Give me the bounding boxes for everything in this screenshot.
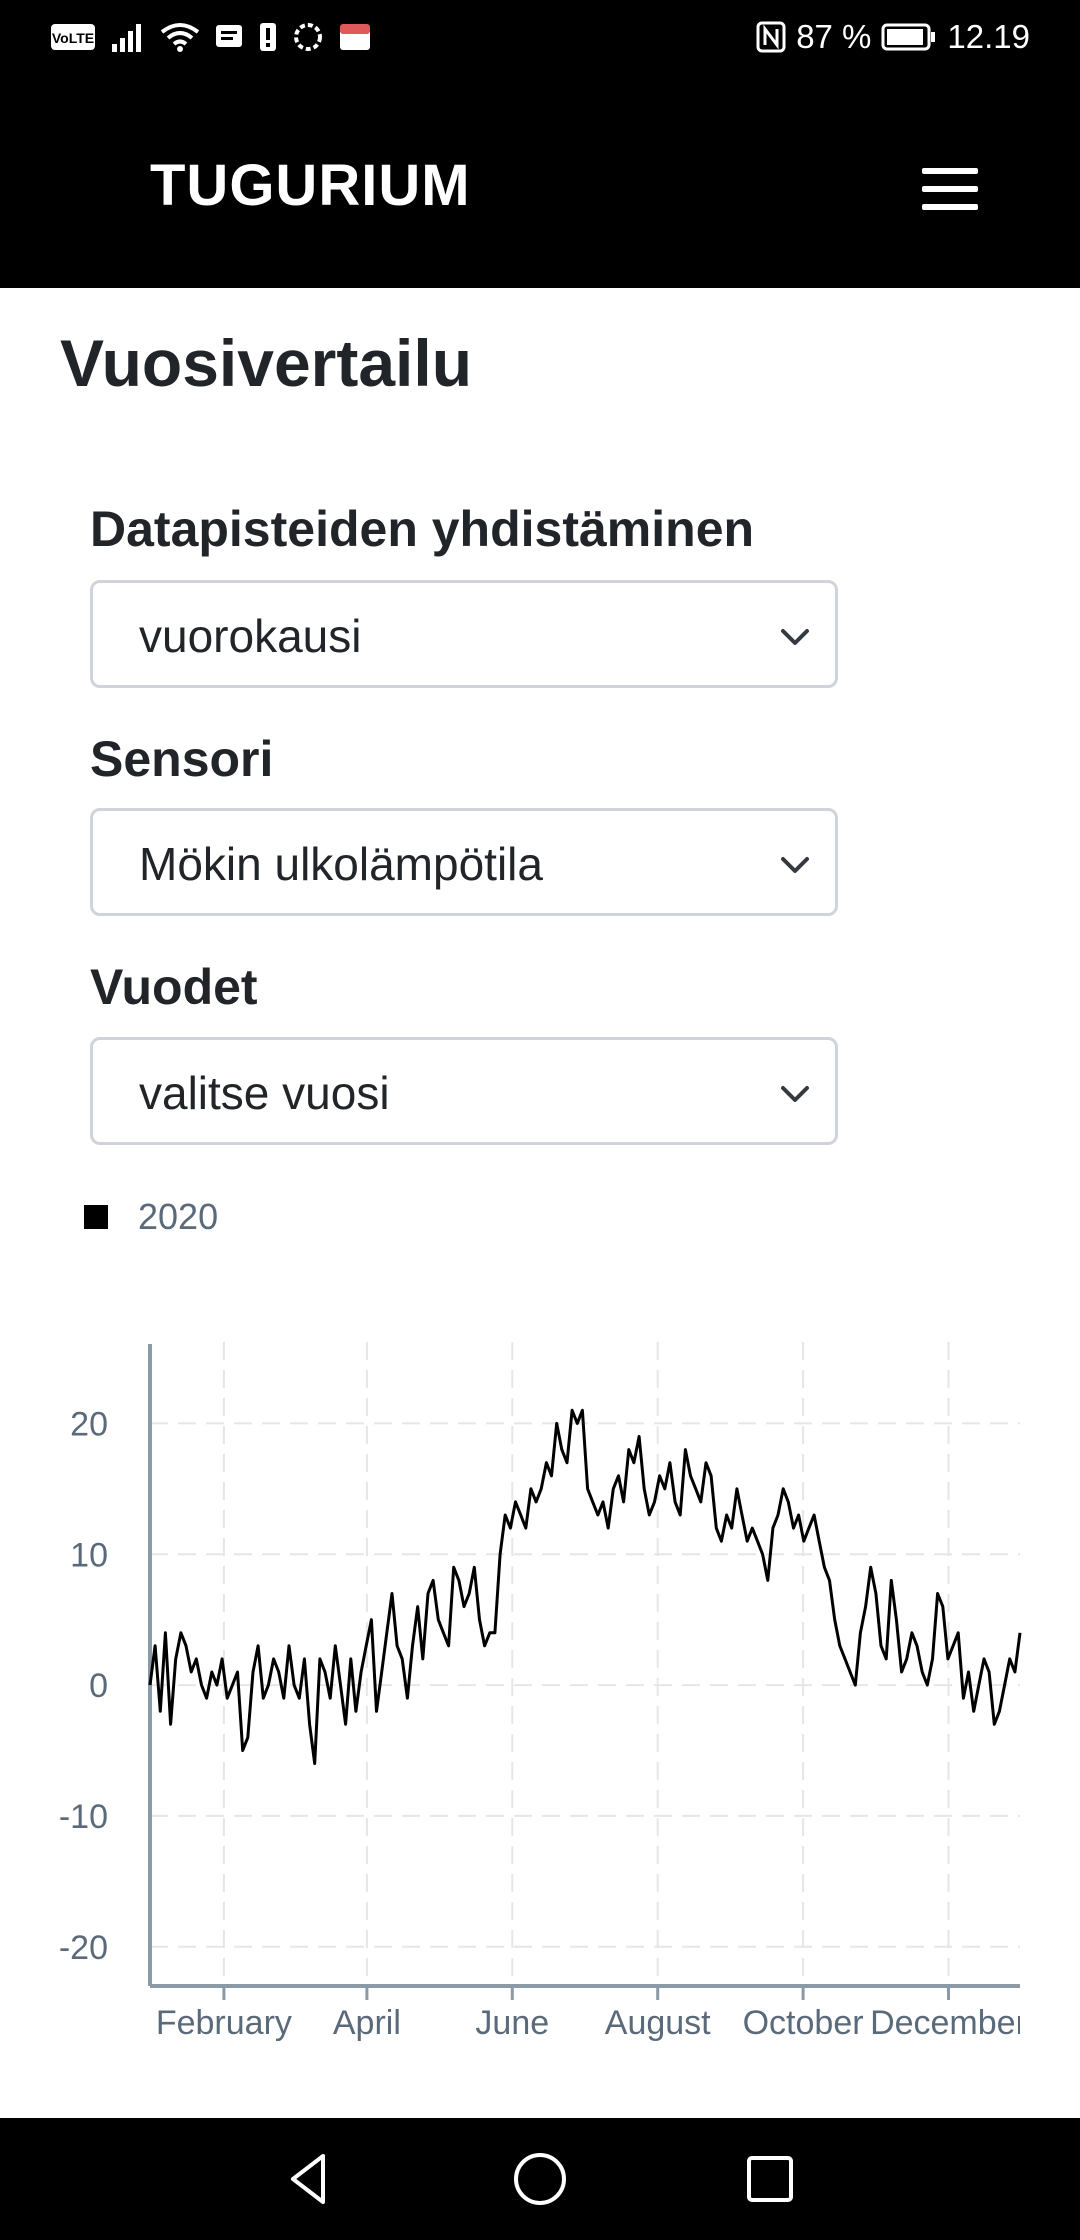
aggregation-value: vuorokausi xyxy=(139,610,362,662)
clock: 12.19 xyxy=(947,18,1030,55)
alert-icon xyxy=(260,23,276,51)
temperature-chart: 20 10 0 -10 -20 February April June August Octobe… xyxy=(59,1342,1027,2042)
legend-label[interactable]: 2020 xyxy=(138,1196,218,1238)
message-icon xyxy=(216,25,242,47)
chevron-down-icon xyxy=(781,857,809,873)
aggregation-label: Datapisteiden yhdistäminen xyxy=(90,501,755,557)
battery-percent: 87 % xyxy=(796,18,872,55)
years-value: valitse vuosi xyxy=(139,1067,390,1119)
hamburger-icon[interactable] xyxy=(910,168,990,228)
status-icons-right: 87 % 12.19 xyxy=(756,18,1030,56)
chevron-down-icon xyxy=(781,1086,809,1102)
home-icon[interactable] xyxy=(505,2144,575,2214)
volte-label: VoLTE xyxy=(52,30,94,46)
x-tick-label: August xyxy=(605,2004,711,2042)
y-tick-label: 20 xyxy=(70,1405,108,1443)
sensor-value: Mökin ulkolämpötila xyxy=(139,838,543,890)
status-bar: VoLTE 87 % 12.19 xyxy=(0,0,1080,80)
y-tick-label: 10 xyxy=(70,1536,108,1574)
x-tick-label: June xyxy=(475,2004,549,2042)
legend-swatch xyxy=(84,1205,108,1229)
back-icon[interactable] xyxy=(275,2144,345,2214)
brand-logo[interactable]: TUGURIUM xyxy=(150,152,471,219)
page-title: Vuosivertailu xyxy=(60,326,473,400)
status-icons-left: VoLTE xyxy=(50,22,372,52)
x-tick-label: April xyxy=(333,2004,401,2042)
signal-app-icon xyxy=(294,23,322,51)
y-tick-label: -20 xyxy=(59,1929,108,1967)
x-tick-label: October xyxy=(743,2004,864,2042)
wifi-icon xyxy=(160,23,200,52)
years-select[interactable]: valitse vuosi xyxy=(90,1037,838,1145)
sensor-label: Sensori xyxy=(90,731,274,787)
years-label: Vuodet xyxy=(90,959,258,1015)
sensor-select[interactable]: Mökin ulkolämpötila xyxy=(90,808,838,916)
chevron-down-icon xyxy=(781,629,809,645)
battery-icon xyxy=(881,23,936,51)
aggregation-select[interactable]: vuorokausi xyxy=(90,580,838,688)
volte-icon: VoLTE xyxy=(51,24,95,50)
recents-icon[interactable] xyxy=(735,2144,805,2214)
x-tick-label: December xyxy=(870,2004,1027,2042)
y-tick-label: 0 xyxy=(89,1667,108,1705)
system-nav-bar xyxy=(0,2118,1080,2240)
series-line-2020 xyxy=(148,1408,1022,1766)
chart-legend: 2020 xyxy=(84,1196,218,1238)
x-tick-label: February xyxy=(156,2004,292,2042)
y-tick-label: -10 xyxy=(59,1798,108,1836)
app-icon xyxy=(340,24,370,50)
signal-icon xyxy=(112,24,141,52)
nfc-icon xyxy=(756,21,786,53)
navbar: TUGURIUM xyxy=(0,80,1080,288)
